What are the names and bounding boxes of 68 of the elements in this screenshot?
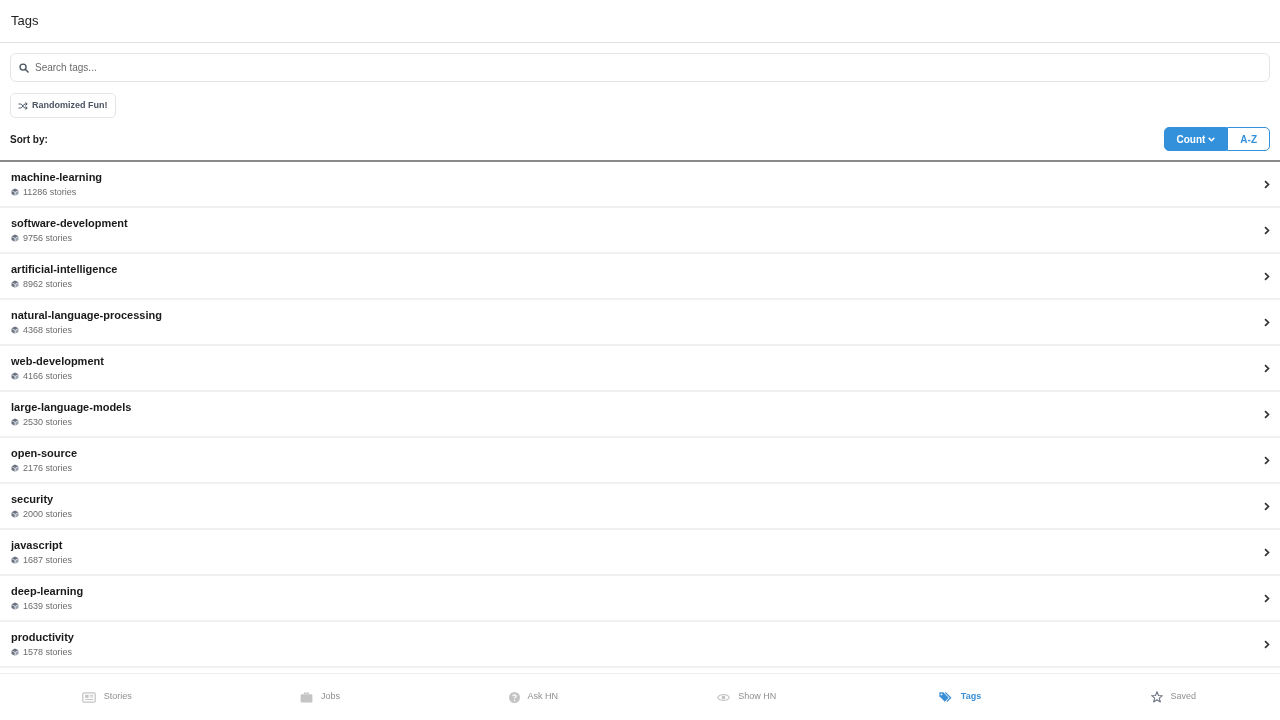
- chevron-right-icon: [1264, 225, 1270, 235]
- story-count: 4166 stories: [23, 370, 73, 382]
- box-icon: [11, 556, 19, 564]
- sort-label: Sort by:: [10, 132, 48, 147]
- tag-name: web-development: [11, 354, 104, 368]
- tag-list-item[interactable]: javascript 1687 stories: [0, 530, 1280, 576]
- story-count: 1639 stories: [23, 600, 73, 612]
- box-icon: [11, 326, 19, 334]
- box-icon: [11, 602, 19, 610]
- tag-name: large-language-models: [11, 400, 132, 414]
- tag-list-item[interactable]: machine-learning 11286 stories: [0, 162, 1280, 208]
- chevron-right-icon: [1264, 639, 1270, 649]
- story-count: 2530 stories: [23, 416, 73, 428]
- story-count: 1578 stories: [23, 646, 73, 658]
- story-count: 4368 stories: [23, 324, 73, 336]
- chevron-down-icon: [1208, 136, 1216, 142]
- tag-list-item[interactable]: productivity 1578 stories: [0, 622, 1280, 668]
- search-icon: [19, 63, 29, 73]
- chevron-right-icon: [1264, 501, 1270, 511]
- question-circle-icon: [508, 691, 520, 703]
- story-count: 1687 stories: [23, 554, 73, 566]
- tag-list-item[interactable]: artificial-intelligence 8962 stories: [0, 254, 1280, 300]
- tag-name: open-source: [11, 446, 77, 460]
- chevron-right-icon: [1264, 409, 1270, 419]
- box-icon: [11, 418, 19, 426]
- tag-list-item[interactable]: natural-language-processing 4368 stories: [0, 300, 1280, 346]
- tag-list-item[interactable]: security 2000 stories: [0, 484, 1280, 530]
- chevron-right-icon: [1264, 317, 1270, 327]
- tag-name: natural-language-processing: [11, 308, 162, 322]
- chevron-right-icon: [1264, 547, 1270, 557]
- page-title: Tags: [11, 12, 39, 31]
- story-count: 2000 stories: [23, 508, 73, 520]
- tag-list-item[interactable]: deep-learning 1639 stories: [0, 576, 1280, 622]
- chevron-right-icon: [1264, 363, 1270, 373]
- box-icon: [11, 510, 19, 518]
- tag-list-item[interactable]: large-language-models 2530 stories: [0, 392, 1280, 438]
- story-count: 2176 stories: [23, 462, 73, 474]
- chevron-right-icon: [1264, 593, 1270, 603]
- tag-name: machine-learning: [11, 170, 103, 184]
- box-icon: [11, 464, 19, 472]
- newspaper-icon: [81, 691, 96, 703]
- box-icon: [11, 280, 19, 288]
- tag-name: productivity: [11, 630, 74, 644]
- eye-icon: [717, 692, 731, 702]
- tag-list-item[interactable]: open-source 2176 stories: [0, 438, 1280, 484]
- chevron-right-icon: [1264, 179, 1270, 189]
- box-icon: [11, 188, 19, 196]
- chevron-right-icon: [1264, 455, 1270, 465]
- tag-name: security: [11, 492, 55, 506]
- tag-list-item[interactable]: web-development 4166 stories: [0, 346, 1280, 392]
- story-count: 8962 stories: [23, 278, 73, 290]
- tag-list-item[interactable]: software-development 9756 stories: [0, 208, 1280, 254]
- tag-name: artificial-intelligence: [11, 262, 118, 276]
- tags-icon: [938, 691, 953, 703]
- shuffle-icon: [18, 101, 28, 110]
- box-icon: [11, 648, 19, 656]
- story-count: 9756 stories: [23, 232, 73, 244]
- tag-name: deep-learning: [11, 584, 84, 598]
- tag-name: javascript: [11, 538, 64, 552]
- story-count: 11286 stories: [23, 186, 77, 198]
- search-field[interactable]: Search tags...: [10, 53, 1270, 82]
- chevron-right-icon: [1264, 271, 1270, 281]
- box-icon: [11, 234, 19, 242]
- briefcase-icon: [300, 691, 313, 703]
- box-icon: [11, 372, 19, 380]
- randomize-button[interactable]: Randomized Fun!: [10, 93, 116, 118]
- star-icon: [1150, 691, 1163, 703]
- tag-name: software-development: [11, 216, 128, 230]
